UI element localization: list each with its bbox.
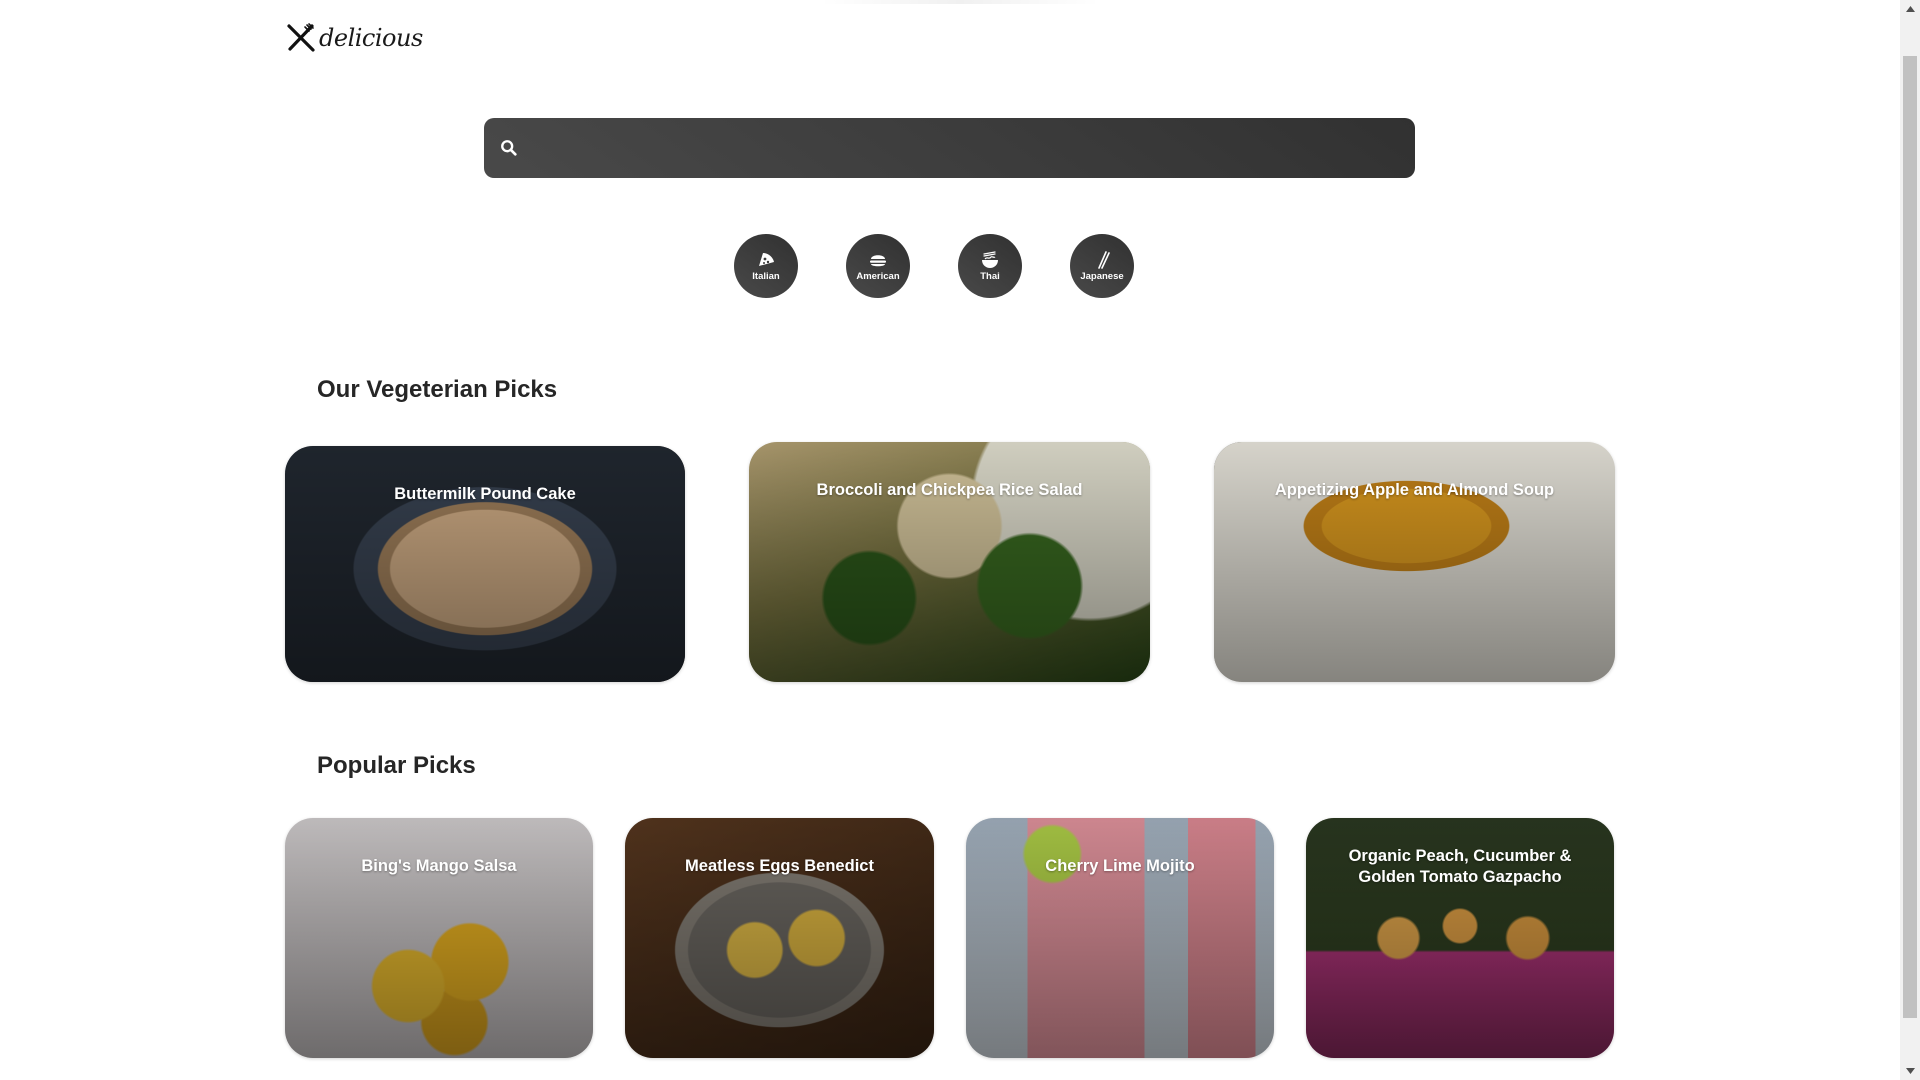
recipe-card[interactable]: Meatless Eggs Benedict bbox=[625, 818, 934, 1058]
cuisine-button-italian[interactable]: Italian bbox=[734, 234, 798, 298]
pizza-icon bbox=[759, 252, 774, 266]
recipe-card[interactable]: Buttermilk Pound Cake bbox=[285, 446, 685, 682]
scroll-up-button[interactable] bbox=[1900, 0, 1920, 18]
cuisine-label: Japanese bbox=[1080, 270, 1124, 282]
cuisine-label: Italian bbox=[752, 270, 780, 282]
cuisine-label: American bbox=[856, 270, 900, 282]
recipe-title: Buttermilk Pound Cake bbox=[394, 485, 576, 503]
search-icon bbox=[501, 140, 517, 156]
page: delicious Italian American Thai Japanese… bbox=[0, 0, 1900, 1080]
search-input[interactable] bbox=[532, 117, 1415, 179]
recipe-title: Meatless Eggs Benedict bbox=[685, 857, 874, 875]
recipe-title: Organic Peach, Cucumber & Golden Tomato … bbox=[1348, 847, 1572, 886]
burger-icon bbox=[870, 254, 886, 266]
recipe-card[interactable]: Broccoli and Chickpea Rice Salad bbox=[749, 442, 1150, 682]
cuisine-button-thai[interactable]: Thai bbox=[958, 234, 1022, 298]
recipe-card[interactable]: Cherry Lime Mojito bbox=[966, 818, 1274, 1058]
arrow-up-icon bbox=[1905, 6, 1915, 12]
vertical-scrollbar[interactable] bbox=[1900, 0, 1920, 1080]
noodle-bowl-icon bbox=[982, 250, 998, 268]
recipe-title: Bing's Mango Salsa bbox=[361, 857, 517, 875]
cuisine-button-american[interactable]: American bbox=[846, 234, 910, 298]
cuisine-nav: Italian American Thai Japanese bbox=[734, 234, 1134, 298]
recipe-card[interactable]: Bing's Mango Salsa bbox=[285, 818, 593, 1058]
cuisine-button-japanese[interactable]: Japanese bbox=[1070, 234, 1134, 298]
section-title-popular: Popular Picks bbox=[317, 752, 476, 779]
logo[interactable]: delicious bbox=[285, 22, 423, 54]
section-title-vegetarian: Our Vegeterian Picks bbox=[317, 376, 558, 403]
recipe-title: Broccoli and Chickpea Rice Salad bbox=[816, 481, 1083, 499]
scroll-down-button[interactable] bbox=[1900, 1062, 1920, 1080]
recipe-card[interactable]: Organic Peach, Cucumber & Golden Tomato … bbox=[1306, 818, 1614, 1058]
recipe-card[interactable]: Appetizing Apple and Almond Soup bbox=[1214, 442, 1615, 682]
search-bar[interactable] bbox=[484, 117, 1415, 179]
top-indicator bbox=[820, 0, 1100, 4]
arrow-down-icon bbox=[1905, 1068, 1915, 1074]
fork-knife-icon bbox=[287, 23, 315, 52]
scrollbar-thumb[interactable] bbox=[1903, 56, 1917, 1018]
recipe-title: Appetizing Apple and Almond Soup bbox=[1274, 481, 1555, 499]
chopsticks-icon bbox=[1098, 250, 1110, 269]
brand-name: delicious bbox=[319, 24, 423, 52]
recipe-title: Cherry Lime Mojito bbox=[1045, 857, 1195, 875]
cuisine-label: Thai bbox=[980, 270, 1000, 282]
